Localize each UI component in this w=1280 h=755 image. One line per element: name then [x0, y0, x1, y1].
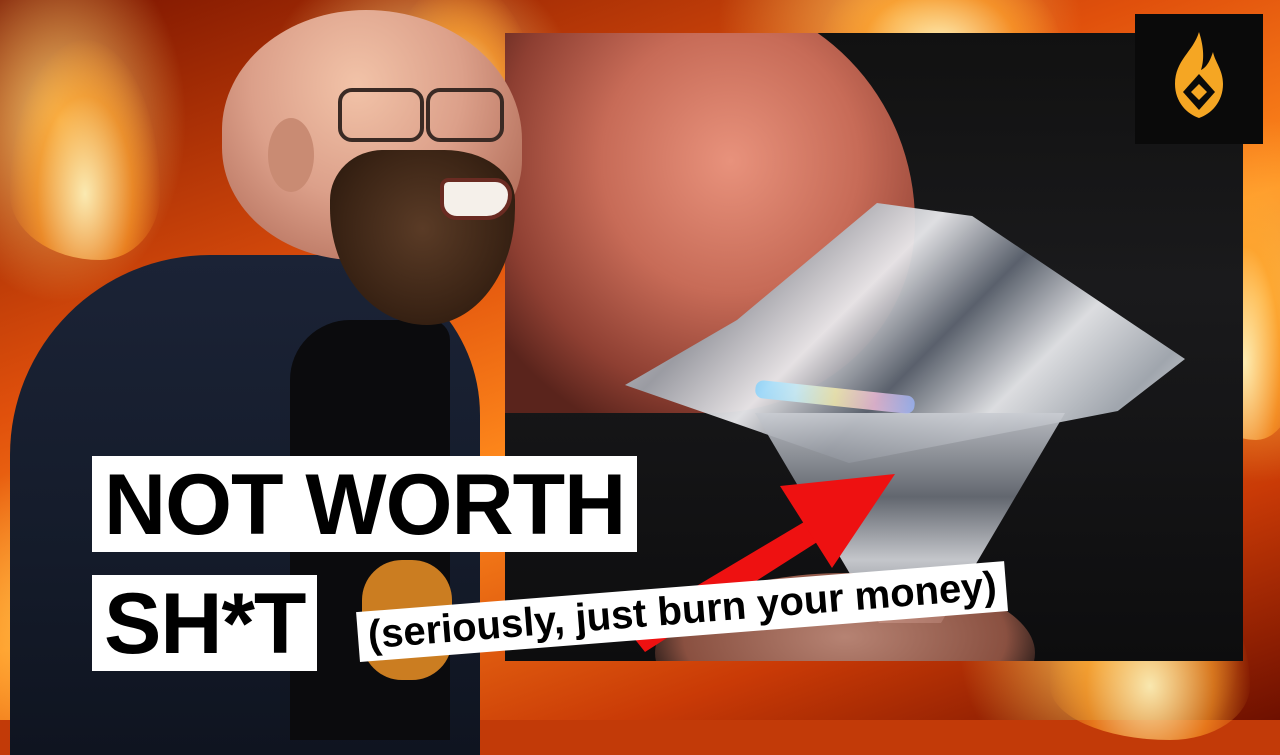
diamond-photo	[505, 33, 1243, 661]
glasses-lens	[426, 88, 504, 142]
presenter-mouth	[440, 178, 512, 220]
channel-logo	[1135, 14, 1263, 144]
headline-line-2: SH*T	[92, 575, 318, 671]
flame-logo-icon	[1175, 32, 1223, 118]
glasses-lens	[338, 88, 424, 142]
glasses-icon	[298, 78, 508, 142]
headline-line-1: NOT WORTH	[92, 456, 638, 552]
